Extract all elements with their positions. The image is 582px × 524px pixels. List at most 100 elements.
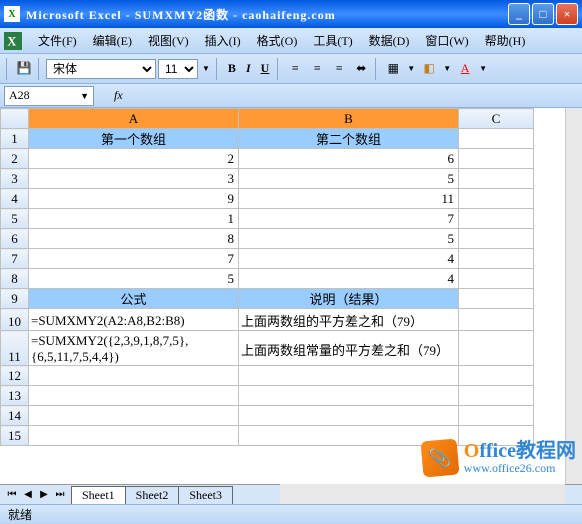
sheet-tab-1[interactable]: Sheet1 [71,486,126,504]
row-header[interactable]: 5 [1,209,29,229]
name-box[interactable]: A28▼ [4,86,94,106]
cell[interactable] [459,189,534,209]
bold-button[interactable]: B [224,59,240,78]
cell[interactable]: 7 [29,249,239,269]
cell[interactable]: 1 [29,209,239,229]
menu-view[interactable]: 视图(V) [140,30,197,51]
font-size-select[interactable]: 11 [158,59,198,79]
cell[interactable]: 第一个数组 [29,129,239,149]
cell[interactable] [459,229,534,249]
menu-file[interactable]: 文件(F) [30,30,85,51]
maximize-button[interactable]: □ [532,3,554,25]
cell[interactable] [459,289,534,309]
menu-insert[interactable]: 插入(I) [197,30,249,51]
cell[interactable]: 11 [239,189,459,209]
cell[interactable]: =SUMXMY2(A2:A8,B2:B8) [29,309,239,331]
save-icon[interactable]: 💾 [14,59,34,79]
row-header[interactable]: 9 [1,289,29,309]
spreadsheet-grid[interactable]: A B C 1第一个数组第二个数组 226 335 4911 517 685 7… [0,108,534,446]
row-header[interactable]: 13 [1,386,29,406]
cell[interactable] [459,386,534,406]
cell[interactable]: 6 [239,149,459,169]
tab-prev-icon[interactable]: ◀ [20,489,36,500]
cell[interactable]: 3 [29,169,239,189]
col-header-b[interactable]: B [239,109,459,129]
cell[interactable]: 5 [239,169,459,189]
tab-first-icon[interactable]: ⏮ [4,489,20,500]
close-button[interactable]: × [556,3,578,25]
font-name-select[interactable]: 宋体 [46,59,156,79]
align-right-icon[interactable]: ≡ [329,59,349,79]
cell[interactable]: 上面两数组的平方差之和（79） [239,309,459,331]
cell[interactable] [459,269,534,289]
row-header[interactable]: 4 [1,189,29,209]
cell[interactable] [459,249,534,269]
fx-button[interactable]: fx [114,88,123,103]
row-header[interactable]: 12 [1,366,29,386]
row-header[interactable]: 2 [1,149,29,169]
row-header[interactable]: 7 [1,249,29,269]
cell[interactable] [29,406,239,426]
menu-format[interactable]: 格式(O) [249,30,306,51]
row-header[interactable]: 15 [1,426,29,446]
row-header[interactable]: 11 [1,331,29,366]
cell[interactable]: 4 [239,249,459,269]
tab-last-icon[interactable]: ⏭ [52,489,68,500]
row-header[interactable]: 14 [1,406,29,426]
cell[interactable]: 上面两数组常量的平方差之和（79） [239,331,459,366]
italic-button[interactable]: I [242,59,255,78]
cell[interactable]: 说明（结果） [239,289,459,309]
cell[interactable] [459,309,534,331]
menu-data[interactable]: 数据(D) [361,30,418,51]
cell[interactable] [459,406,534,426]
cell[interactable] [459,331,534,366]
cell[interactable]: 4 [239,269,459,289]
cell[interactable]: 5 [29,269,239,289]
menu-help[interactable]: 帮助(H) [477,30,534,51]
select-all-corner[interactable] [1,109,29,129]
sheet-tab-3[interactable]: Sheet3 [178,486,233,504]
horizontal-scrollbar[interactable] [280,484,565,504]
merge-cells-icon[interactable]: ⬌ [351,59,371,79]
row-header[interactable]: 8 [1,269,29,289]
cell[interactable] [29,426,239,446]
row-header[interactable]: 3 [1,169,29,189]
cell[interactable] [239,386,459,406]
menu-tools[interactable]: 工具(T) [305,30,360,51]
cell[interactable] [459,169,534,189]
cell[interactable]: =SUMXMY2({2,3,9,1,8,7,5},{6,5,11,7,5,4,4… [29,331,239,366]
cell[interactable]: 8 [29,229,239,249]
menu-window[interactable]: 窗口(W) [417,30,476,51]
tab-next-icon[interactable]: ▶ [36,489,52,500]
fill-color-icon[interactable]: ◧ [419,59,439,79]
cell[interactable]: 7 [239,209,459,229]
cell[interactable] [459,129,534,149]
row-header[interactable]: 10 [1,309,29,331]
col-header-c[interactable]: C [459,109,534,129]
sheet-tab-2[interactable]: Sheet2 [125,486,180,504]
cell[interactable] [239,406,459,426]
cell[interactable] [459,149,534,169]
borders-icon[interactable]: ▦ [383,59,403,79]
cell[interactable]: 2 [29,149,239,169]
font-color-icon[interactable]: A [455,59,475,79]
formula-input[interactable] [129,86,578,106]
vertical-scrollbar[interactable] [565,108,582,484]
menu-edit[interactable]: 编辑(E) [85,30,140,51]
cell[interactable] [29,386,239,406]
cell[interactable] [239,366,459,386]
row-header[interactable]: 6 [1,229,29,249]
align-left-icon[interactable]: ≡ [285,59,305,79]
col-header-a[interactable]: A [29,109,239,129]
cell[interactable] [459,366,534,386]
cell[interactable]: 5 [239,229,459,249]
row-header[interactable]: 1 [1,129,29,149]
cell[interactable]: 9 [29,189,239,209]
cell[interactable]: 第二个数组 [239,129,459,149]
align-center-icon[interactable]: ≡ [307,59,327,79]
minimize-button[interactable]: _ [508,3,530,25]
cell[interactable] [29,366,239,386]
cell[interactable]: 公式 [29,289,239,309]
cell[interactable] [459,209,534,229]
underline-button[interactable]: U [257,59,274,78]
